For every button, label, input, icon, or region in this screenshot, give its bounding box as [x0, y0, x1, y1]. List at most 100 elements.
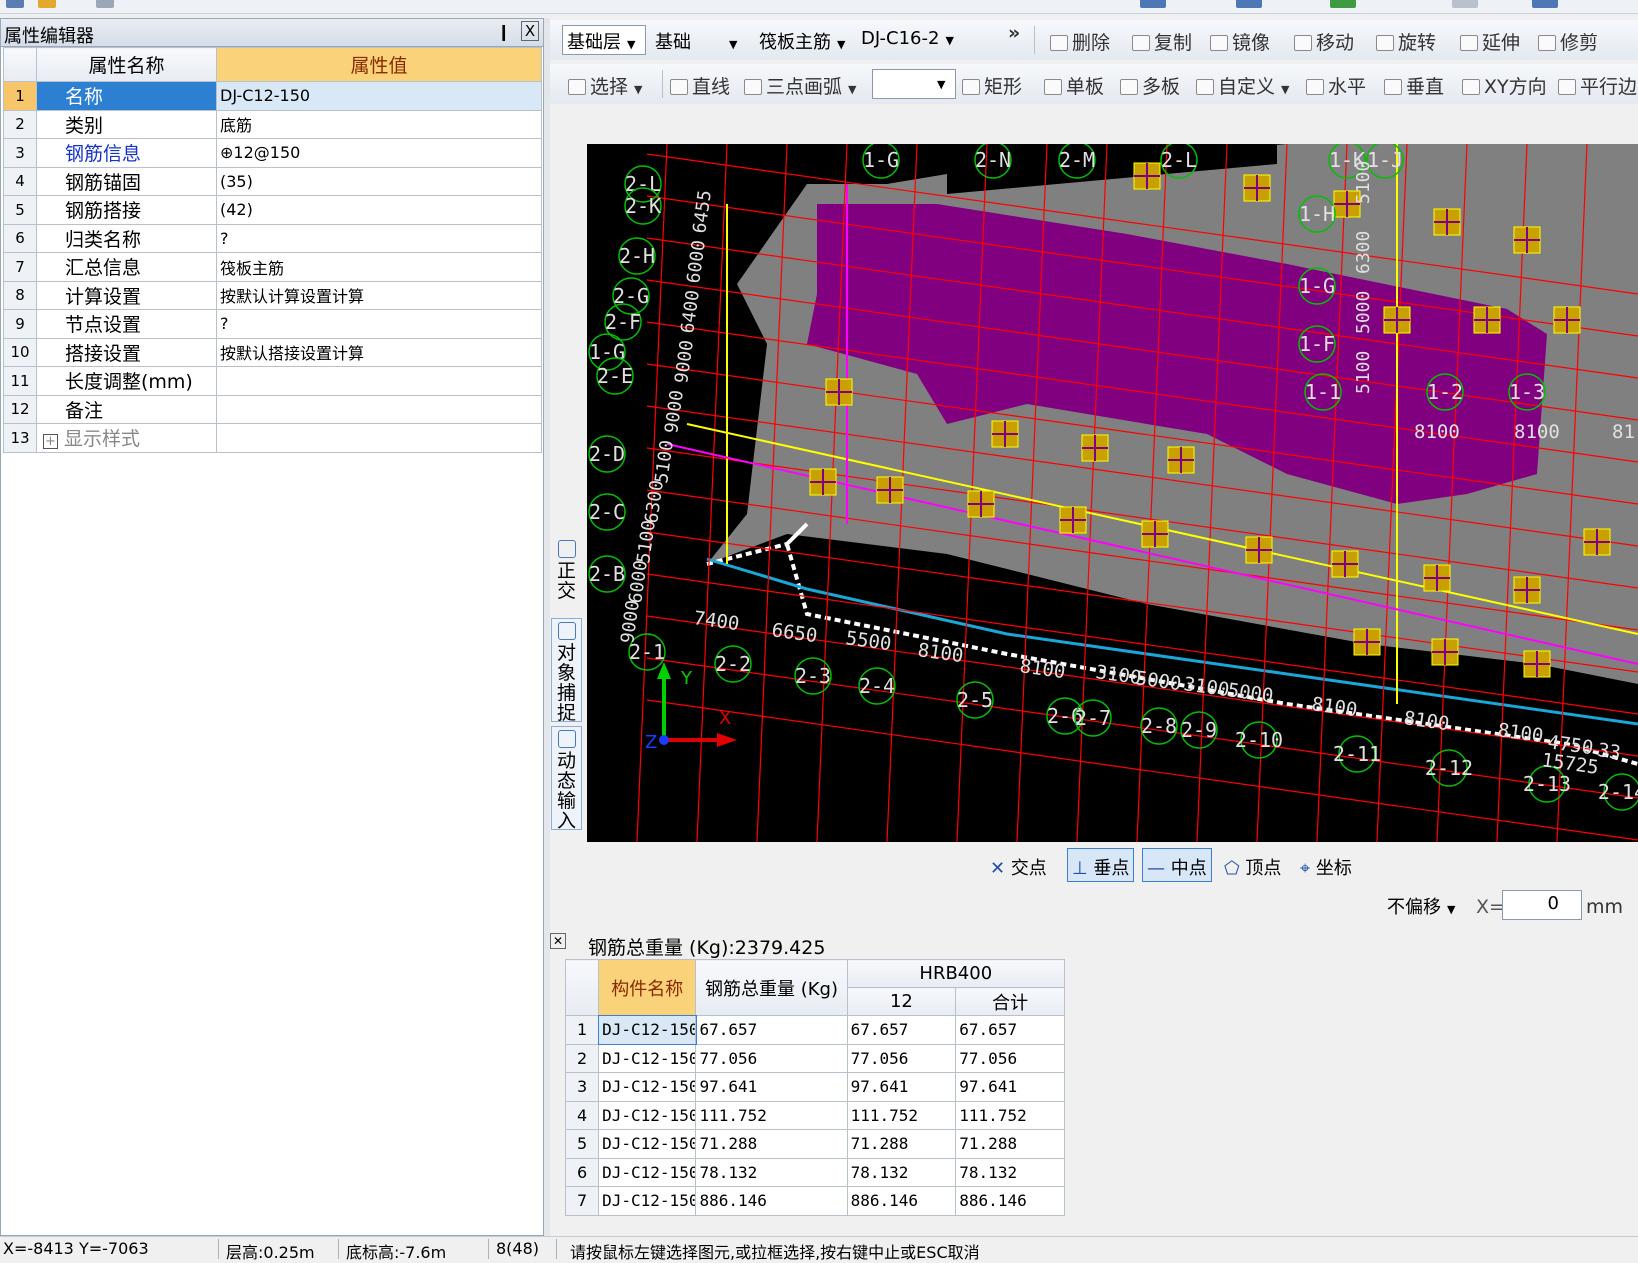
open-folder-icon[interactable]	[38, 0, 56, 8]
property-row[interactable]: 9 节点设置 ?	[3, 309, 542, 339]
report-row[interactable]: 3 DJ-C12-150 97.641 97.641 97.641	[564, 1072, 1065, 1102]
draw-mode-select[interactable]: ▼	[872, 69, 956, 99]
pin-icon[interactable]: ❙	[497, 22, 510, 41]
property-row[interactable]: 1 名称 DJ-C12-150	[3, 81, 542, 111]
column-footing[interactable]	[1583, 528, 1611, 556]
column-footing[interactable]	[1167, 446, 1195, 474]
local-3d-icon[interactable]	[1452, 0, 1478, 8]
extend-button[interactable]: 延伸	[1460, 28, 1520, 55]
property-row[interactable]: 3 钢筋信息 ⊕12@150	[3, 138, 542, 168]
property-value[interactable]: 底筋	[216, 109, 542, 139]
snap-midpoint[interactable]: — 中点	[1142, 848, 1212, 882]
report-header-d12[interactable]: 12	[846, 987, 957, 1016]
snap-coordinate[interactable]: ⌖ 坐标	[1295, 848, 1357, 882]
view-plan-icon[interactable]	[1236, 0, 1262, 8]
report-close-icon[interactable]: ✕	[550, 933, 566, 949]
new-file-icon[interactable]	[6, 0, 24, 8]
xy-direction-button[interactable]: XY方向	[1462, 72, 1547, 99]
report-component-name[interactable]: DJ-C12-150	[598, 1157, 697, 1187]
column-footing[interactable]	[1433, 208, 1461, 236]
property-value[interactable]: 筏板主筋	[216, 252, 542, 282]
report-header-grade[interactable]: HRB400	[846, 959, 1066, 988]
copy-button[interactable]: 复制	[1132, 28, 1192, 55]
property-value[interactable]: ?	[216, 309, 542, 339]
trim-button[interactable]: 修剪	[1538, 28, 1598, 55]
move-button[interactable]: 移动	[1294, 28, 1354, 55]
property-row[interactable]: 13 + 显示样式	[3, 423, 542, 453]
report-row[interactable]: 2 DJ-C12-150 77.056 77.056 77.056	[564, 1043, 1065, 1073]
report-row[interactable]: 1 DJ-C12-150 67.657 67.657 67.657	[564, 1014, 1065, 1045]
rotate-button[interactable]: 旋转	[1376, 28, 1436, 55]
report-row[interactable]: 7 DJ-C12-150 886.146 886.146 886.146	[564, 1186, 1065, 1216]
type-select[interactable]: 基础 ▼	[650, 25, 748, 55]
property-row[interactable]: 11 长度调整(mm)	[3, 366, 542, 396]
header-property-name[interactable]: 属性名称	[36, 47, 217, 82]
column-footing[interactable]	[876, 476, 904, 504]
property-value[interactable]: DJ-C12-150	[216, 81, 542, 111]
more-button[interactable]: »	[1008, 22, 1020, 44]
close-button[interactable]: X	[521, 21, 539, 41]
column-footing[interactable]	[1141, 520, 1169, 548]
property-row[interactable]: 7 汇总信息 筏板主筋	[3, 252, 542, 282]
column-footing[interactable]	[1473, 306, 1501, 334]
save-icon[interactable]	[96, 0, 114, 8]
report-component-name[interactable]: DJ-C12-150	[598, 1043, 697, 1073]
column-footing[interactable]	[1081, 434, 1109, 462]
column-footing[interactable]	[1331, 550, 1359, 578]
column-footing[interactable]	[1553, 306, 1581, 334]
cad-drawing[interactable]: 2-1 2-2 2-3 2-42-52-62-7 2-8 2-9 2-102-112-122…	[587, 144, 1638, 842]
offset-x-input[interactable]: 0	[1502, 890, 1582, 920]
property-name-group[interactable]: + 显示样式	[36, 423, 217, 453]
report-component-name[interactable]: DJ-C12-150	[598, 1186, 697, 1216]
header-property-value[interactable]: 属性值	[216, 47, 542, 82]
property-row[interactable]: 6 归类名称 ?	[3, 223, 542, 253]
column-footing[interactable]	[991, 420, 1019, 448]
cad-drawing-canvas[interactable]: 2-1 2-2 2-3 2-4 2-5 2-6 2-7 2-8 2-9 2-10 2-11 2-12 2…	[587, 144, 1638, 842]
column-footing[interactable]	[967, 490, 995, 518]
property-row[interactable]: 5 钢筋搭接 (42)	[3, 195, 542, 225]
property-row[interactable]: 8 计算设置 按默认计算设置计算	[3, 280, 542, 310]
property-value[interactable]: (42)	[216, 195, 542, 225]
report-header-name[interactable]: 构件名称	[598, 959, 697, 1016]
column-footing[interactable]	[825, 378, 853, 406]
property-value[interactable]: 按默认计算设置计算	[216, 280, 542, 310]
arc-button[interactable]: 三点画弧 ▼	[744, 72, 856, 99]
report-header-total[interactable]: 钢筋总重量 (Kg)	[695, 959, 848, 1016]
column-footing[interactable]	[1353, 628, 1381, 656]
component-select[interactable]: DJ-C16-2 ▼	[856, 25, 960, 55]
report-component-name[interactable]: DJ-C12-150	[598, 1129, 697, 1159]
property-value[interactable]: (35)	[216, 166, 542, 196]
layer-select[interactable]: 基础层 ▼	[562, 25, 646, 55]
column-footing[interactable]	[1059, 506, 1087, 534]
property-value[interactable]	[216, 394, 542, 424]
report-component-name[interactable]: DJ-C12-150	[598, 1100, 697, 1130]
report-component-name[interactable]: DJ-C12-150	[598, 1072, 697, 1102]
parallel-button[interactable]: 平行边	[1558, 72, 1637, 99]
property-value[interactable]: ⊕12@150	[216, 138, 542, 168]
custom-button[interactable]: 自定义 ▼	[1196, 72, 1289, 99]
column-footing[interactable]	[1245, 536, 1273, 564]
ortho-toggle[interactable]: 正交	[551, 536, 582, 612]
column-footing[interactable]	[1383, 306, 1411, 334]
report-row[interactable]: 6 DJ-C12-150 78.132 78.132 78.132	[564, 1157, 1065, 1187]
property-row[interactable]: 4 钢筋锚固 (35)	[3, 166, 542, 196]
report-row[interactable]: 5 DJ-C12-150 71.288 71.288 71.288	[564, 1129, 1065, 1159]
mirror-button[interactable]: 镜像	[1210, 28, 1270, 55]
select-button[interactable]: 选择 ▼	[568, 72, 642, 99]
vertical-button[interactable]: 垂直	[1384, 72, 1444, 99]
multi-slab-button[interactable]: 多板	[1120, 72, 1180, 99]
property-value[interactable]	[216, 423, 542, 453]
report-header-sum[interactable]: 合计	[955, 987, 1065, 1016]
column-footing[interactable]	[1423, 564, 1451, 592]
property-row[interactable]: 12 备注	[3, 394, 542, 424]
report-row[interactable]: 4 DJ-C12-150 111.752 111.752 111.752	[564, 1100, 1065, 1130]
property-row[interactable]: 10 搭接设置 按默认搭接设置计算	[3, 337, 542, 367]
subtype-select[interactable]: 筏板主筋 ▼	[754, 25, 852, 55]
delete-button[interactable]: 删除	[1050, 28, 1110, 55]
object-snap-toggle[interactable]: 对象捕捉	[551, 618, 582, 723]
column-footing[interactable]	[1513, 576, 1541, 604]
property-row[interactable]: 2 类别 底筋	[3, 109, 542, 139]
horizontal-button[interactable]: 水平	[1306, 72, 1366, 99]
property-value[interactable]: 按默认搭接设置计算	[216, 337, 542, 367]
column-footing[interactable]	[1133, 162, 1161, 190]
